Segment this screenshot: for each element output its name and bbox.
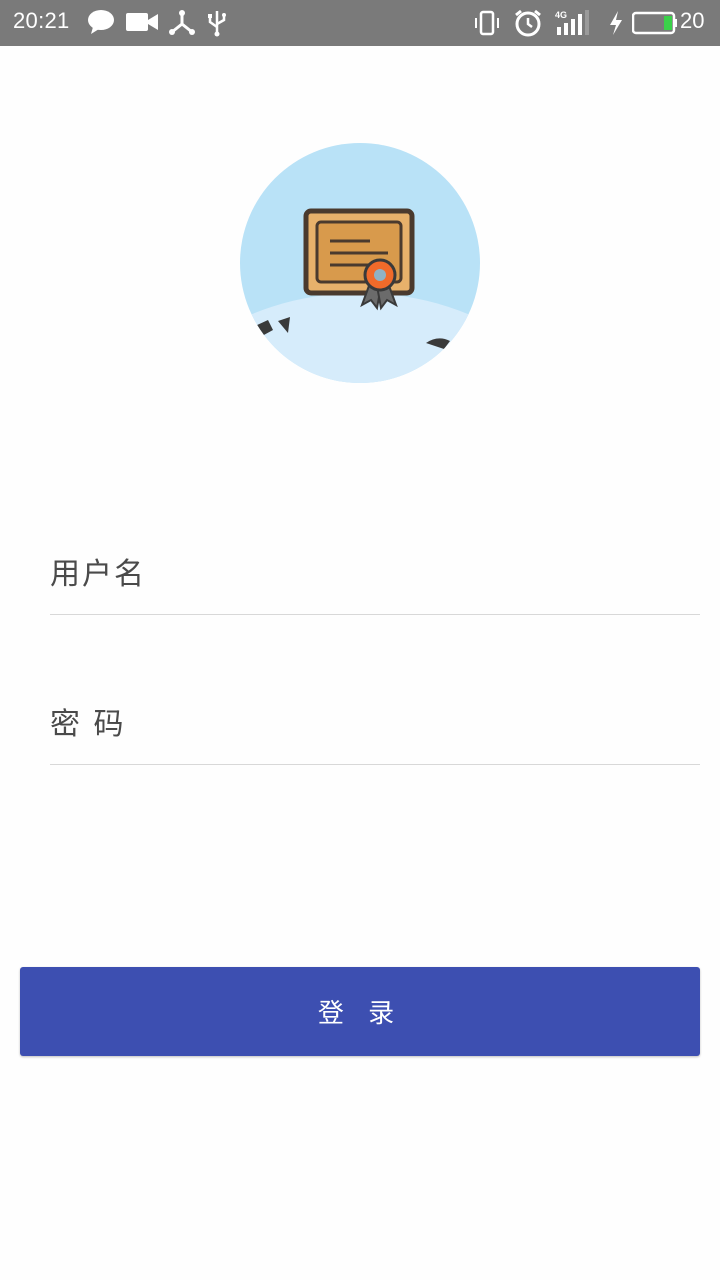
battery-percent: 20: [680, 8, 705, 33]
vibrate-icon: [475, 10, 499, 36]
username-input[interactable]: [50, 544, 700, 604]
svg-text:4G: 4G: [555, 10, 567, 20]
alarm-icon: [515, 9, 541, 37]
battery-icon: [632, 11, 677, 35]
video-camera-icon: [126, 13, 158, 31]
certificate-icon: [240, 208, 480, 383]
chat-bubble-icon: [88, 10, 114, 34]
share-icon: [169, 10, 195, 35]
login-button[interactable]: 登 录: [20, 967, 700, 1056]
status-bar: 20:21 4G 20: [0, 0, 720, 46]
charging-icon: [610, 11, 622, 35]
status-time: 20:21: [13, 8, 70, 33]
password-field[interactable]: [50, 694, 700, 765]
username-field[interactable]: [50, 544, 700, 615]
avatar: [240, 143, 480, 383]
signal-4g-icon: 4G: [555, 10, 589, 35]
usb-icon: [208, 11, 226, 37]
password-input[interactable]: [50, 694, 700, 754]
